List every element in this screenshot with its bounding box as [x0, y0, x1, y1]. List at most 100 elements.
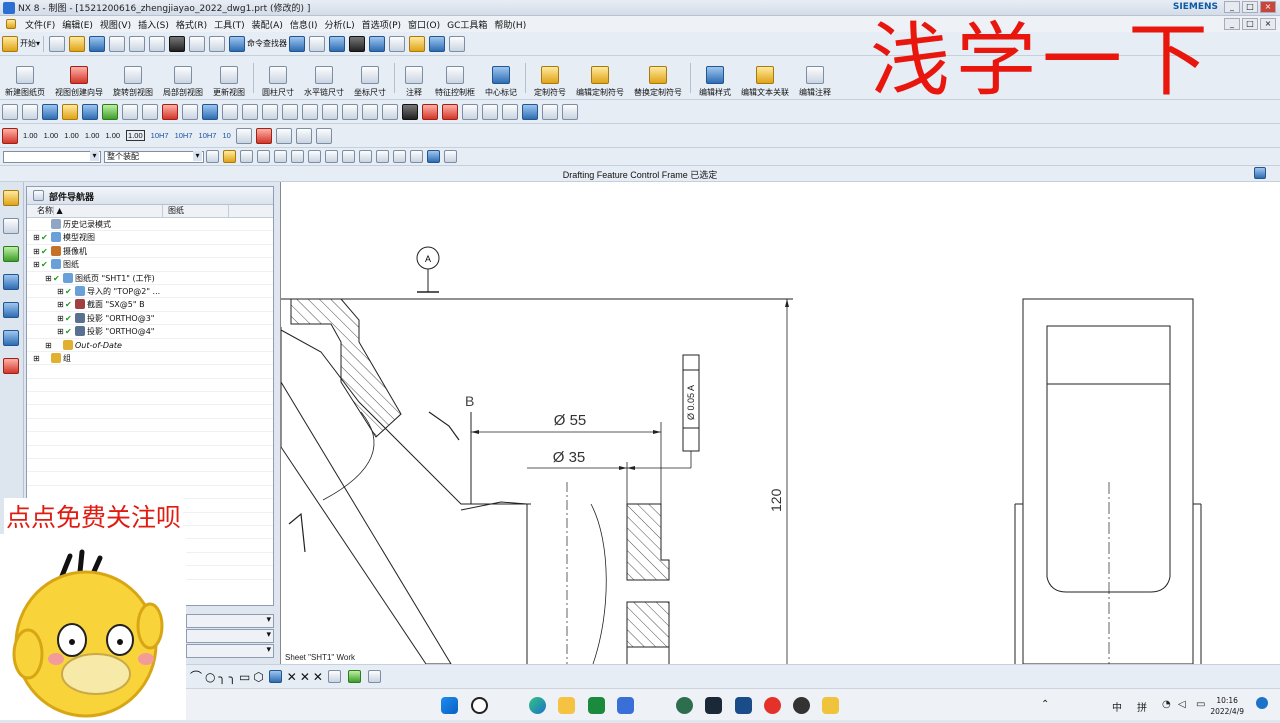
- edit-custom-symbol-button[interactable]: 编辑定制符号: [571, 58, 629, 98]
- menu-edit[interactable]: 编辑(E): [62, 18, 93, 31]
- assembly-navigator-tab-icon[interactable]: [3, 218, 19, 234]
- doc-minimize-button[interactable]: _: [1224, 18, 1240, 30]
- dimension-diameter-35[interactable]: Ø 35: [553, 449, 586, 466]
- fillet-tool-icon-2[interactable]: ╮: [229, 670, 236, 684]
- hatch-icon[interactable]: [462, 103, 478, 120]
- ordinate-dim-button[interactable]: 坐标尺寸: [349, 58, 391, 98]
- wcs-icon[interactable]: [389, 35, 406, 52]
- sheet-format-icon[interactable]: [449, 35, 466, 52]
- fit-view-icon[interactable]: [329, 35, 346, 52]
- recorder-icon[interactable]: [793, 697, 810, 714]
- curve-icon[interactable]: [122, 103, 138, 120]
- new-file-icon[interactable]: [49, 35, 66, 52]
- expand-toggle-icon[interactable]: ⊞: [33, 245, 40, 258]
- triangle-icon[interactable]: [362, 103, 378, 120]
- history-tab-icon[interactable]: [3, 302, 19, 318]
- rectangle-tool-icon[interactable]: ▭: [239, 670, 250, 684]
- part-navigator-tab-icon[interactable]: [3, 190, 19, 206]
- new-sheet-button[interactable]: 新建图纸页: [0, 58, 50, 98]
- mirror-tool-icon[interactable]: [367, 670, 381, 683]
- drawing-canvas[interactable]: A B Ø 55 Ø 35 Ø 0.05 A 120 Sheet "SHT1" …: [280, 182, 1280, 664]
- trim-tool-icon[interactable]: ✕: [287, 670, 297, 684]
- tray-expand-icon[interactable]: ⌃: [1041, 699, 1049, 710]
- arc-tool-icon[interactable]: ⌒: [190, 668, 202, 685]
- offset-tool-icon[interactable]: [327, 670, 341, 683]
- navigator-row[interactable]: ⊞ ✔ 图纸页 "SHT1" (工作): [27, 272, 273, 285]
- view-icon-2[interactable]: [22, 103, 38, 120]
- expand-toggle-icon[interactable]: ⊞: [33, 352, 40, 365]
- chamfer-icon[interactable]: [262, 103, 278, 120]
- snap-midpoint-icon[interactable]: [325, 150, 338, 163]
- navigator-row[interactable]: ⊞ Out-of-Date: [27, 339, 273, 352]
- navigator-row[interactable]: ⊞ ✔ 图纸: [27, 258, 273, 272]
- edit-annotation-button[interactable]: 编辑注释: [794, 58, 836, 98]
- border-icon[interactable]: [182, 103, 198, 120]
- link-icon[interactable]: [82, 103, 98, 120]
- snap-existing-icon[interactable]: [393, 150, 406, 163]
- expand-toggle-icon[interactable]: ⊞: [57, 285, 64, 298]
- edit-associativity-button[interactable]: 编辑文本关联: [736, 58, 794, 98]
- selection-scope-dropdown[interactable]: 整个装配: [104, 150, 204, 163]
- snap-intersection-icon[interactable]: [376, 150, 389, 163]
- pattern-icon[interactable]: [562, 103, 578, 120]
- text-style-icon[interactable]: [289, 35, 306, 52]
- extension-line-icon[interactable]: [255, 127, 272, 144]
- type-filter-dropdown[interactable]: [3, 150, 101, 163]
- view-icon-3[interactable]: [42, 103, 58, 120]
- rotated-section-button[interactable]: 旋转剖视图: [108, 58, 158, 98]
- ime-mode-indicator[interactable]: 中: [1112, 699, 1122, 714]
- layer-icon[interactable]: [369, 35, 386, 52]
- offset-icon[interactable]: [242, 103, 258, 120]
- snap-point-icon-5[interactable]: [274, 150, 287, 163]
- snap-point-icon-6[interactable]: [291, 150, 304, 163]
- command-finder-icon[interactable]: [229, 35, 246, 52]
- replace-custom-symbol-button[interactable]: 替换定制符号: [629, 58, 687, 98]
- panel-toggle-icon[interactable]: [1254, 167, 1266, 179]
- app-icon[interactable]: [735, 697, 752, 714]
- display-mode-icon[interactable]: [429, 35, 446, 52]
- system-materials-tab-icon[interactable]: [3, 330, 19, 346]
- target-icon[interactable]: [402, 103, 418, 120]
- navigator-row[interactable]: 历史记录模式: [27, 218, 273, 232]
- weld-icon[interactable]: [382, 103, 398, 120]
- menu-assemblies[interactable]: 装配(A): [252, 18, 283, 31]
- nx-taskbar-icon[interactable]: [822, 697, 839, 714]
- extend-tool-icon[interactable]: ✕: [300, 670, 310, 684]
- datum-icon[interactable]: [302, 103, 318, 120]
- doc-close-button[interactable]: ×: [1260, 18, 1276, 30]
- expand-toggle-icon[interactable]: ⊞: [57, 298, 64, 311]
- snap-point-icon-2[interactable]: [223, 150, 236, 163]
- menu-preferences[interactable]: 首选项(P): [362, 18, 401, 31]
- view-icon-1[interactable]: [2, 103, 18, 120]
- mail-icon[interactable]: [617, 697, 634, 714]
- corner-tool-icon[interactable]: ✕: [313, 670, 323, 684]
- tolerance-format-4[interactable]: 1.00: [85, 131, 100, 140]
- navigator-row[interactable]: ⊞ ✔ 投影 "ORTHO@4": [27, 325, 273, 339]
- copy-icon[interactable]: [129, 35, 146, 52]
- snap-point-icon-3[interactable]: [240, 150, 253, 163]
- fit-format-3[interactable]: 10H7: [199, 131, 217, 140]
- horizontal-chain-dim-button[interactable]: 水平链尺寸: [299, 58, 349, 98]
- snap-point-icon-1[interactable]: [206, 150, 219, 163]
- battery-icon[interactable]: ▭: [1196, 699, 1205, 710]
- details-pane[interactable]: [186, 629, 274, 643]
- dimension-height-120[interactable]: 120: [768, 488, 784, 512]
- paste-icon[interactable]: [149, 35, 166, 52]
- polygon-tool-icon[interactable]: ⬡: [253, 670, 263, 684]
- fit-format-2[interactable]: 10H7: [175, 131, 193, 140]
- arrow-style-icon[interactable]: [235, 127, 252, 144]
- menu-window[interactable]: 窗口(O): [408, 18, 440, 31]
- tolerance-format-3[interactable]: 1.00: [64, 131, 79, 140]
- fit-format-4[interactable]: 10: [222, 131, 230, 140]
- diameter-icon[interactable]: [275, 127, 292, 144]
- reuse-library-tab-icon[interactable]: [3, 246, 19, 262]
- tolerance-format-5[interactable]: 1.00: [105, 131, 120, 140]
- settings-gear-icon[interactable]: [542, 103, 558, 120]
- expand-toggle-icon[interactable]: ⊞: [57, 312, 64, 325]
- snap-quadrant-icon[interactable]: [359, 150, 372, 163]
- note-button[interactable]: 注释: [398, 58, 430, 98]
- expand-toggle-icon[interactable]: ⊞: [45, 272, 52, 285]
- edit-style-button[interactable]: 编辑样式: [694, 58, 736, 98]
- cut-icon[interactable]: [109, 35, 126, 52]
- surface-finish-icon[interactable]: [342, 103, 358, 120]
